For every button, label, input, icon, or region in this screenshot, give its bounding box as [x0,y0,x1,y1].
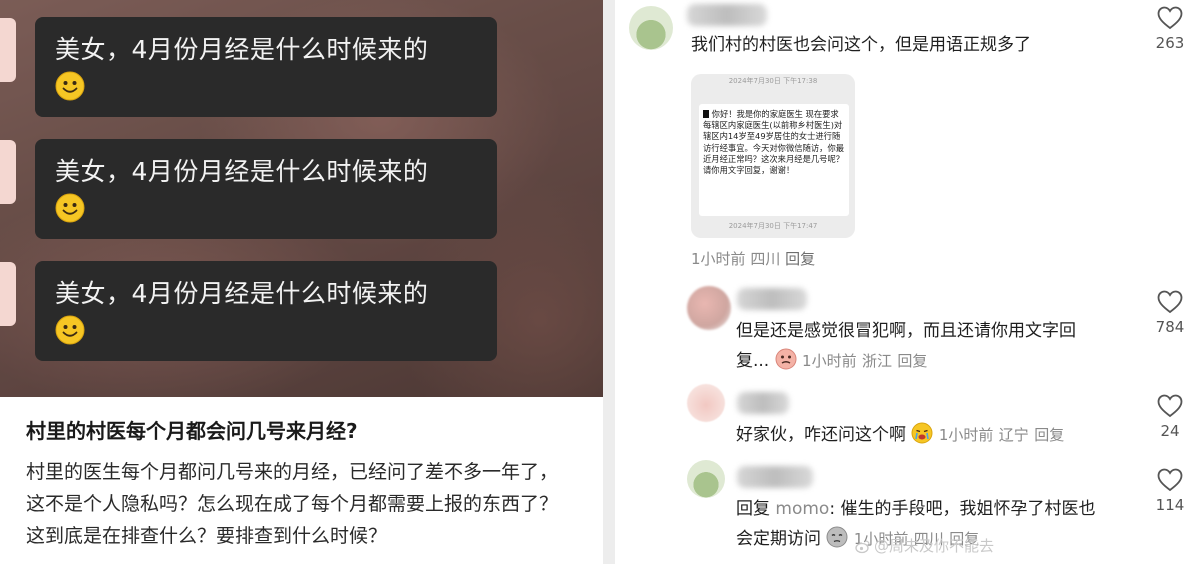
like-count: 114 [1155,496,1185,514]
chat-bubble-text: 美女，4月份月经是什么时候来的 [55,279,429,308]
like-count: 263 [1155,34,1185,52]
comment-location: 四川 [750,250,781,268]
comment-time: 1小时前 [938,426,994,444]
chat-avatar-edge [0,262,16,326]
weibo-logo-icon [855,540,870,554]
screenshot-time-bottom: 2024年7月30日 下午17:47 [728,222,818,230]
comment-text: 好家伙，咋还问这个啊 [736,425,906,445]
comment-location: 辽宁 [998,426,1029,444]
heart-icon [1157,394,1183,418]
comment-text: 但是还是感觉很冒犯啊，而且还请你用文字回 [736,321,1076,341]
chat-avatar-edge [0,140,16,204]
pensive-emoji-icon [826,526,848,548]
chat-bubble: 美女，4月份月经是什么时候来的 [35,139,497,239]
reply-prefix: 回复 [736,499,770,519]
reply-button[interactable]: 回复 [897,352,927,370]
panel-divider [603,0,615,564]
username-blurred[interactable] [737,288,807,310]
comment-text-line2: 复... 1小时前 浙江 回复 [736,346,927,376]
chat-bubble: 美女，4月份月经是什么时候来的 [35,17,497,117]
post-title: 村里的村医每个月都会问几号来月经? [26,419,358,443]
smiley-emoji-icon [55,315,85,345]
chat-bubble: 美女，4月份月经是什么时候来的 [35,261,497,361]
like-count: 24 [1160,422,1180,440]
chat-bubble-text: 美女，4月份月经是什么时候来的 [55,35,429,64]
comment-meta: 1小时前 四川 回复 [691,248,815,269]
avatar[interactable] [629,6,673,50]
heart-icon [1157,468,1183,492]
like-button[interactable]: 114 [1145,468,1195,514]
comment-image[interactable]: 2024年7月30日 下午17:38 你好！我是你的家庭医生 现在要求每辖区内家… [691,74,855,238]
smiley-emoji-icon [55,193,85,223]
screenshot-message: 你好！我是你的家庭医生 现在要求每辖区内家庭医生(以前称乡村医生)对辖区内14岁… [699,104,849,216]
like-button[interactable]: 784 [1145,290,1195,336]
avatar[interactable] [687,460,725,498]
crying-emoji-icon [775,348,797,370]
comment-time: 1小时前 [802,352,857,370]
comment-text: : 催生的手段吧，我姐怀孕了村医也 [829,499,1096,519]
comment-text-line: 回复 momo: 催生的手段吧，我姐怀孕了村医也 [736,494,1095,524]
like-button[interactable]: 24 [1145,394,1195,440]
comments-panel: 我们村的村医也会问这个，但是用语正规多了 2024年7月30日 下午17:38 … [615,0,1200,564]
post-body-text: 村里的医生每个月都问几号来的月经，已经问了差不多一年了，这不是个人隐私吗？怎么现… [26,461,559,547]
chat-avatar-edge [0,18,16,82]
watermark-text: @周末及你不能去 [874,537,995,555]
comment-text-line: 好家伙，咋还问这个啊 1小时前 辽宁 回复 [736,420,1064,450]
comment-text: 我们村的村医也会问这个，但是用语正规多了 [691,35,1031,55]
post-content: 村里的村医每个月都会问几号来月经? 村里的医生每个月都问几号来的月经，已经问了差… [0,397,603,564]
like-count: 784 [1155,318,1185,336]
avatar[interactable] [687,286,731,330]
screenshot-message-text: 你好！我是你的家庭医生 现在要求每辖区内家庭医生(以前称乡村医生)对辖区内14岁… [703,109,845,176]
heart-icon [1157,6,1183,30]
mention-link[interactable]: momo [775,499,829,519]
username-blurred[interactable] [737,466,813,488]
post-panel: 美女，4月份月经是什么时候来的 美女，4月份月经是什么时候来的 美女，4月份月经… [0,0,603,564]
screenshot-root: 美女，4月份月经是什么时候来的 美女，4月份月经是什么时候来的 美女，4月份月经… [0,0,1200,564]
comment-location: 浙江 [861,352,892,370]
comment-time: 1小时前 [691,250,746,268]
crying-emoji-icon [911,422,933,444]
reply-button[interactable]: 回复 [785,250,815,268]
screenshot-time-top: 2024年7月30日 下午17:38 [728,77,818,85]
heart-icon [1157,290,1183,314]
like-button[interactable]: 263 [1145,6,1195,52]
reply-button[interactable]: 回复 [1034,426,1064,444]
chat-bubble-text: 美女，4月份月经是什么时候来的 [55,157,429,186]
smiley-emoji-icon [55,71,85,101]
username-blurred[interactable] [737,392,789,414]
post-image[interactable]: 美女，4月份月经是什么时候来的 美女，4月份月经是什么时候来的 美女，4月份月经… [0,0,603,397]
watermark: @周末及你不能去 [855,535,994,556]
username-blurred[interactable] [687,4,767,26]
avatar[interactable] [687,384,725,422]
